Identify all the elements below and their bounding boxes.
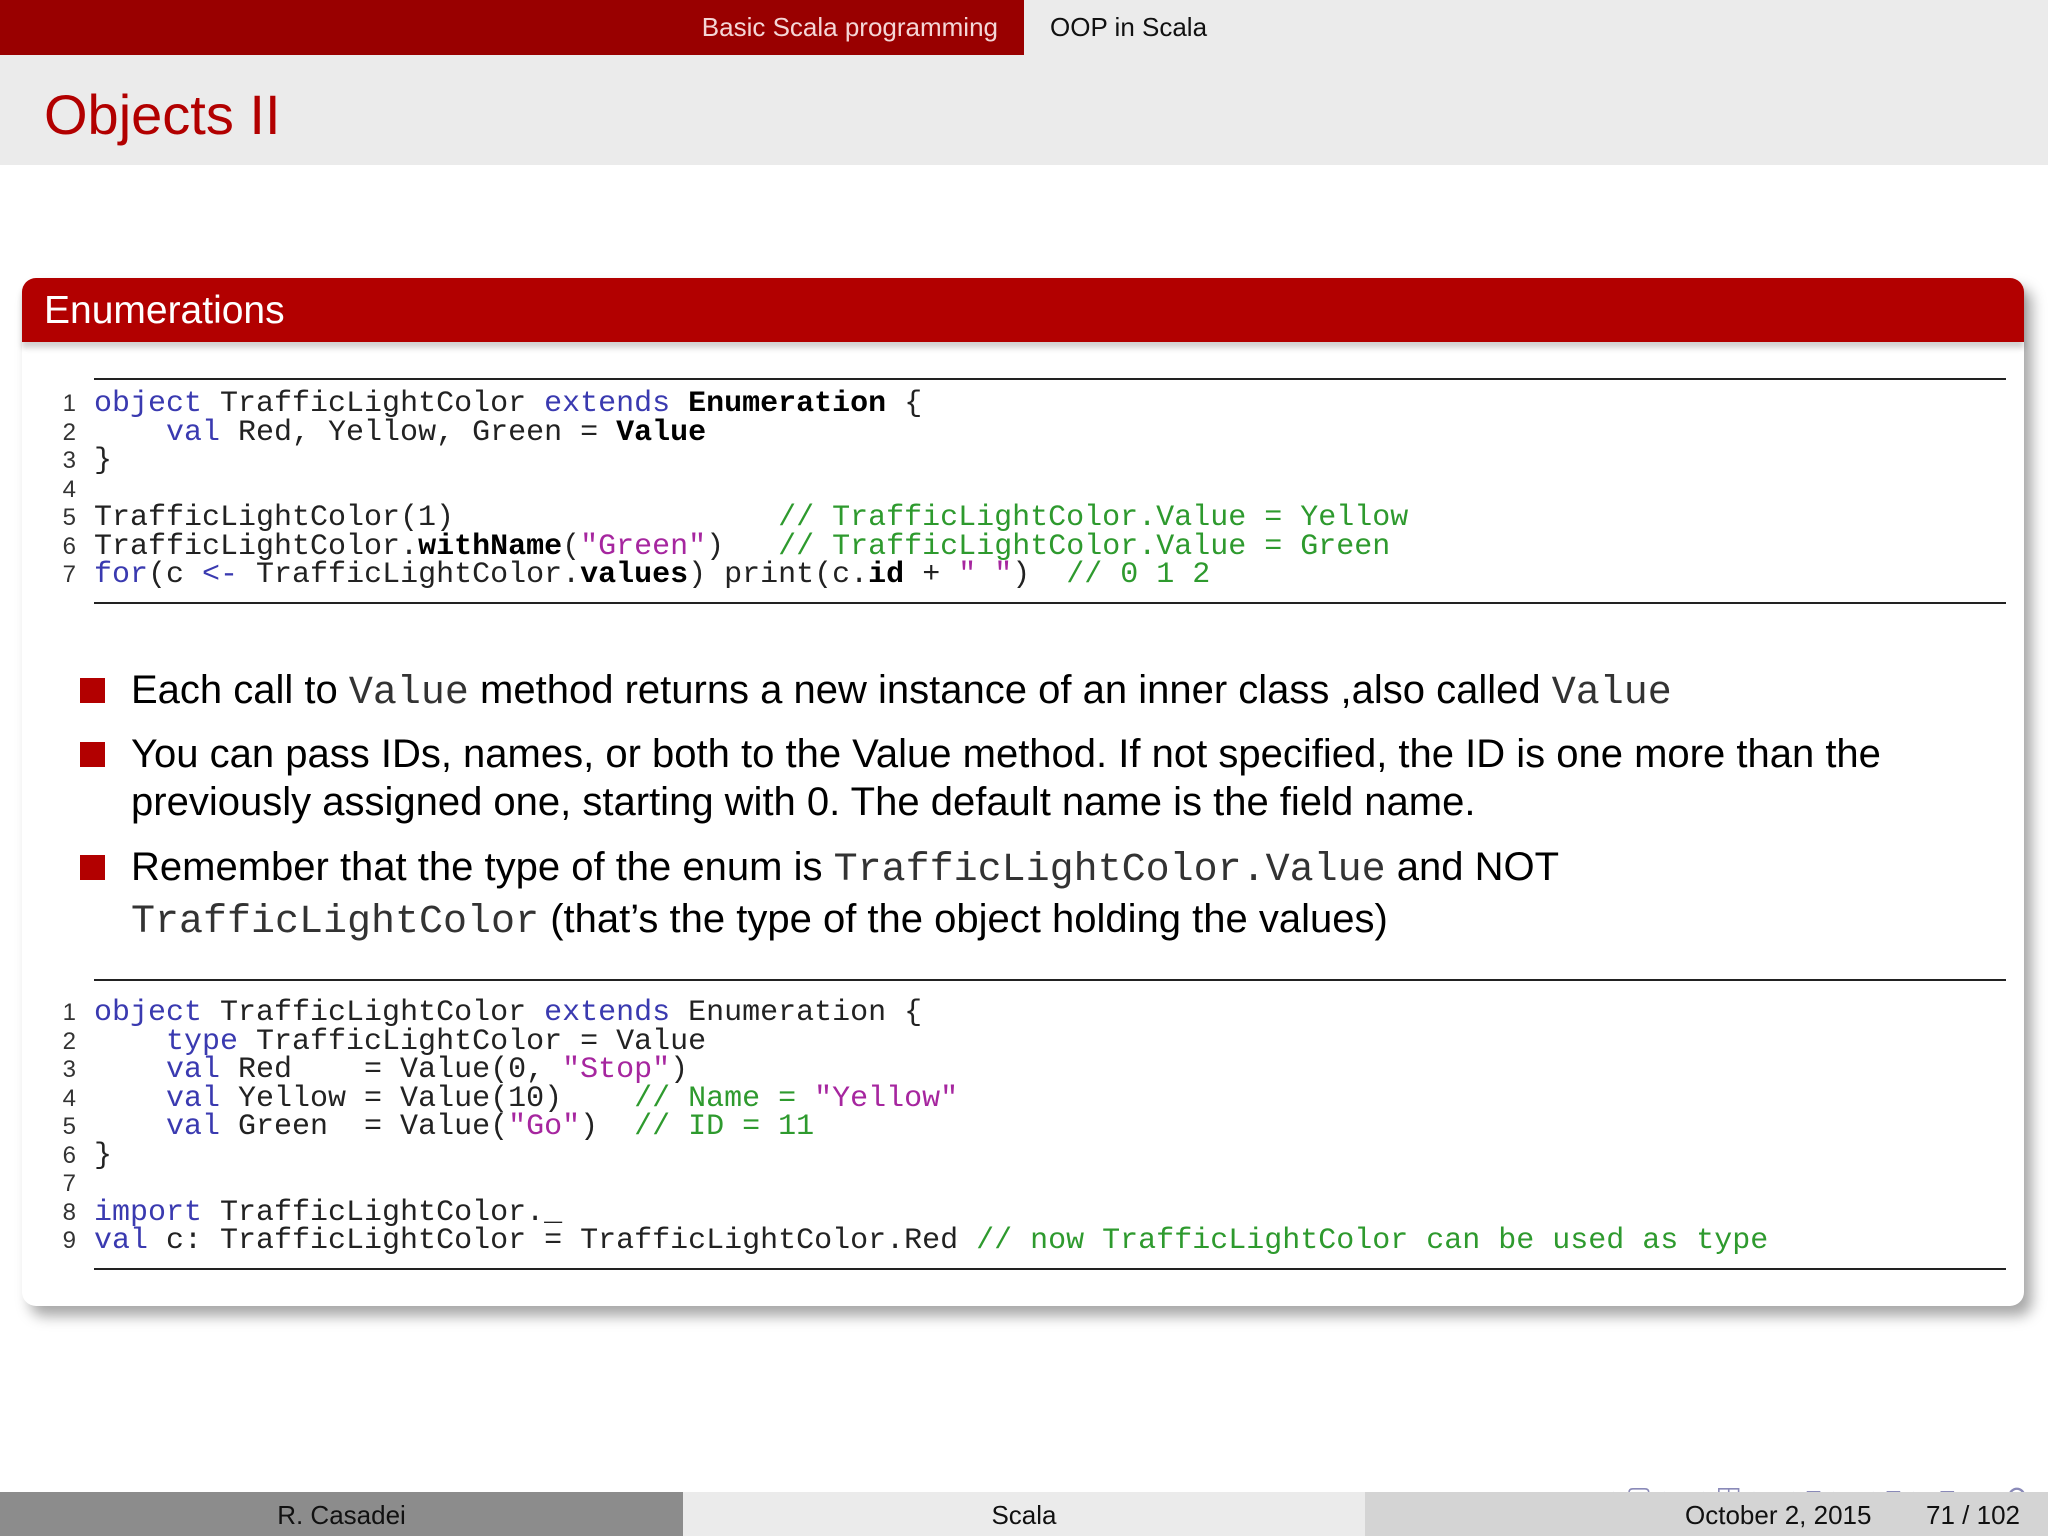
code-token: Red, Yellow, Green =	[220, 415, 617, 450]
code-line: 5 TrafficLightColor(1) // TrafficLightCol…	[63, 503, 2006, 533]
code-token: // now TrafficLightColor can be used as …	[976, 1224, 1769, 1258]
bullet-text-run: You can pass IDs, names, or both to the …	[131, 732, 1881, 776]
code-token: "Go"	[508, 1110, 581, 1144]
line-number: 1	[62, 999, 76, 1026]
line-number: 1	[62, 390, 76, 417]
line-number: 4	[62, 1084, 76, 1112]
code-line: 1 object TrafficLightColor extends Enumer…	[63, 996, 2006, 1030]
footer-title-box: Scala	[683, 1492, 1365, 1536]
frame-title: Objects II	[44, 83, 281, 146]
code-token: ) print(c.	[688, 558, 869, 592]
line-number: 3	[62, 447, 76, 474]
code-token: " "	[958, 558, 1013, 592]
code-listing-1: 1 object TrafficLightColor extends Enumer…	[63, 378, 2006, 604]
line-number: 9	[62, 1227, 76, 1254]
code-token: Enumeration {	[670, 996, 923, 1030]
code-line: 9 val c: TrafficLightColor = TrafficLight…	[63, 1224, 2006, 1258]
frame-title-bar: Objects II	[0, 55, 2048, 165]
inline-code: Value	[1551, 671, 1672, 716]
bullet-square-icon	[80, 742, 105, 767]
line-number: 5	[62, 1113, 76, 1140]
code-token: (c	[148, 558, 203, 592]
nav-right: OOP in Scala	[1024, 0, 2048, 55]
code-token: <-	[202, 558, 239, 592]
bullet-text-3: Remember that the type of the enum is Tr…	[131, 843, 2001, 947]
code-token: Enumeration	[688, 387, 887, 421]
nav-subsection-link[interactable]: OOP in Scala	[1050, 12, 1207, 43]
code-listing-2: 1 object TrafficLightColor extends Enumer…	[63, 979, 2006, 1270]
code-token: val	[94, 1224, 149, 1258]
code-token: // 0 1 2	[1066, 558, 1211, 592]
bullet-text-2: You can pass IDs, names, or both to the …	[131, 730, 2001, 826]
inline-code: Value	[348, 671, 469, 716]
code-line: 7 for(c <- TrafficLightColor.values) prin…	[63, 558, 2006, 592]
line-number: 5	[62, 504, 76, 531]
bullet-text-run: Remember that the type of the enum is	[131, 845, 834, 889]
footer-short-title: Scala	[991, 1500, 1057, 1530]
code-token: +	[904, 558, 959, 592]
code-token: Value	[616, 415, 707, 450]
line-number: 7	[62, 1170, 76, 1197]
code-token: TrafficLightColor.	[238, 558, 581, 592]
code-line: 2 type TrafficLightColor = Value	[63, 1027, 2006, 1057]
bullet-square-icon	[80, 678, 105, 703]
line-number: 6	[62, 532, 76, 560]
line-number: 2	[62, 1027, 76, 1055]
bullet-text-run: and NOT	[1385, 845, 1560, 889]
code-token: c: TrafficLightColor = TrafficLightColor…	[148, 1224, 977, 1258]
line-number: 8	[62, 1198, 76, 1226]
footer: R. Casadei Scala October 2, 2015 71 / 10…	[0, 1492, 2048, 1536]
line-number: 6	[62, 1141, 76, 1169]
block-title: Enumerations	[44, 289, 285, 332]
line-number: 3	[62, 1056, 76, 1083]
footer-date: October 2, 2015	[1685, 1500, 1872, 1530]
code-token: // ID = 11	[634, 1110, 815, 1144]
code-line: 7	[63, 1170, 2006, 1199]
inline-code: TrafficLightColor.Value	[833, 848, 1386, 893]
code-line: 4	[63, 476, 2006, 505]
code-token: val	[166, 415, 221, 450]
bullet-text-1: Each call to Value method returns a new …	[131, 666, 2001, 718]
code-token: "Yellow"	[814, 1081, 959, 1116]
bullet-square-icon	[80, 855, 105, 880]
code-line: 8 import TrafficLightColor._	[63, 1198, 2006, 1228]
footer-page-number: 71 / 102	[1926, 1500, 2020, 1530]
code-line: 3 val Red = Value(0, "Stop")	[63, 1055, 2006, 1085]
code-token: }	[94, 444, 113, 478]
code-token: for	[94, 558, 149, 592]
nav-section-link[interactable]: Basic Scala programming	[702, 12, 998, 43]
bullet-text-run: Each call to	[131, 668, 349, 712]
section-navigation: Basic Scala programming OOP in Scala	[0, 0, 2048, 55]
code-line: 6 TrafficLightColor.withName("Green") // …	[63, 532, 2006, 562]
code-token: {	[886, 387, 923, 421]
block-header: Enumerations	[22, 278, 2024, 342]
nav-left: Basic Scala programming	[0, 0, 1024, 55]
code-line: 3}	[63, 444, 2006, 478]
line-number: 2	[62, 418, 76, 446]
bullet-text-run: (that’s the type of the object holding t…	[539, 897, 1388, 941]
code-line: 5 val Green = Value("Go") // ID = 11	[63, 1110, 2006, 1144]
code-token: )	[1012, 558, 1067, 592]
code-token: Green = Value(	[220, 1110, 509, 1144]
code-token: }	[94, 1138, 113, 1173]
code-line: 6}	[63, 1138, 2006, 1173]
code-token: id	[868, 558, 905, 592]
footer-author-box: R. Casadei	[0, 1492, 683, 1536]
bullet-text-run: previously assigned one, starting with 0…	[131, 780, 1476, 824]
code-line: 2 val Red, Yellow, Green = Value	[63, 415, 2006, 450]
bullet-text-run: method returns a new instance of an inne…	[468, 668, 1552, 712]
inline-code: TrafficLightColor	[131, 900, 540, 945]
code-token: )	[580, 1110, 635, 1144]
code-line: 4 val Yellow = Value(10) // Name = "Yell…	[63, 1081, 2006, 1116]
footer-date-box: October 2, 2015 71 / 102	[1365, 1492, 2048, 1536]
line-number: 7	[62, 561, 76, 588]
line-number: 4	[62, 475, 76, 503]
footer-author: R. Casadei	[277, 1500, 406, 1530]
code-token: val	[166, 1110, 221, 1144]
code-token: values	[580, 558, 689, 592]
code-line: 1 object TrafficLightColor extends Enumer…	[63, 387, 2006, 421]
